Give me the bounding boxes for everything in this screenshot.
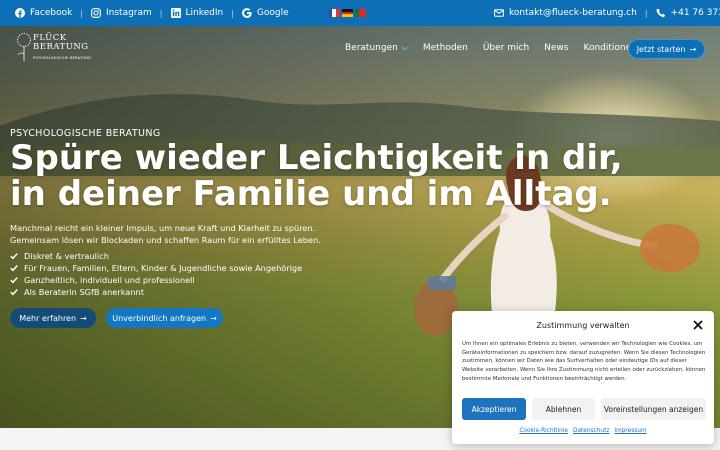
- benefit-text: Für Frauen, Familien, Eltern, Kinder & J…: [24, 263, 303, 273]
- benefit-text: Ganzheitlich, individuell und profession…: [24, 275, 195, 285]
- facebook-icon: [15, 8, 25, 18]
- email-link[interactable]: kontakt@flueck-beratung.ch: [494, 8, 637, 18]
- menu: Beratungen Methoden Über mich News Kondi…: [345, 43, 652, 53]
- imprint-link[interactable]: Impressum: [614, 428, 646, 434]
- site-logo[interactable]: FLÜCK BERATUNG PSYCHOLOGISCHE BERATUNG: [16, 32, 91, 66]
- flag-de-icon[interactable]: [341, 9, 353, 18]
- social-link-linkedin[interactable]: LinkedIn: [170, 8, 224, 18]
- consent-text: Um Ihnen ein optimales Erlebnis zu biete…: [462, 341, 706, 382]
- phone-icon: [655, 8, 666, 18]
- benefits-list: Diskret & vertraulich Für Frauen, Famili…: [10, 250, 302, 298]
- inquire-label: Unverbindlich anfragen: [112, 313, 207, 323]
- top-contact-bar: Facebook | Instagram | LinkedIn | Google…: [0, 0, 720, 26]
- linkedin-icon: [170, 8, 181, 18]
- instagram-icon: [91, 8, 101, 18]
- social-label-linkedin: LinkedIn: [185, 8, 224, 18]
- consent-title: Zustimmung verwalten: [536, 321, 630, 330]
- cookie-consent-dialog: Zustimmung verwalten Um Ihnen ein optima…: [452, 311, 714, 444]
- social-label-facebook: Facebook: [30, 8, 73, 18]
- social-link-facebook[interactable]: Facebook: [15, 8, 72, 18]
- email-text: kontakt@flueck-beratung.ch: [509, 8, 637, 18]
- separator: |: [159, 8, 163, 18]
- consent-links: Cookie-Richtlinie Datenschutz Impressum: [452, 428, 714, 434]
- separator: |: [644, 8, 648, 18]
- logo-name-line2: BERATUNG: [33, 42, 89, 52]
- benefit-item: Für Frauen, Familien, Eltern, Kinder & J…: [10, 262, 302, 274]
- phone-text: +41 76 373 99 06: [670, 8, 720, 18]
- nav-item-news[interactable]: News: [544, 43, 568, 53]
- nav-item-beratungen[interactable]: Beratungen: [345, 43, 408, 53]
- checkmark-icon: [10, 265, 18, 272]
- social-link-google[interactable]: Google: [242, 8, 289, 18]
- close-icon[interactable]: [692, 319, 704, 331]
- chevron-down-icon: [400, 45, 408, 51]
- benefit-item: Diskret & vertraulich: [10, 250, 302, 262]
- nav-item-methoden[interactable]: Methoden: [423, 43, 468, 53]
- flag-fr-icon[interactable]: [328, 9, 340, 17]
- social-label-instagram: Instagram: [106, 8, 152, 18]
- preferences-button[interactable]: Voreinstellungen anzeigen: [601, 398, 706, 420]
- google-icon: [242, 8, 252, 18]
- nav-item-label: Über mich: [482, 43, 530, 53]
- separator: |: [80, 8, 83, 18]
- main-navigation: FLÜCK BERATUNG PSYCHOLOGISCHE BERATUNG B…: [0, 26, 720, 72]
- social-label-google: Google: [256, 8, 289, 18]
- hero-headline: Spüre wieder Leichtigkeit in dir, in dei…: [10, 138, 623, 214]
- arrow-right-icon: →: [689, 44, 697, 54]
- envelope-icon: [494, 8, 504, 18]
- privacy-link[interactable]: Datenschutz: [573, 428, 609, 434]
- arrow-right-icon: →: [210, 313, 217, 323]
- benefit-text: Diskret & vertraulich: [24, 251, 109, 261]
- logo-subtitle: PSYCHOLOGISCHE BERATUNG: [33, 56, 92, 60]
- phone-link[interactable]: +41 76 373 99 06: [655, 8, 720, 18]
- benefit-item: Als Beraterin SGfB anerkannt: [10, 286, 302, 298]
- nav-item-label: Beratungen: [345, 43, 398, 53]
- benefit-text: Als Beraterin SGfB anerkannt: [24, 287, 144, 297]
- accept-button[interactable]: Akzeptieren: [462, 398, 526, 420]
- cookie-policy-link[interactable]: Cookie-Richtlinie: [519, 428, 568, 434]
- nav-item-ueber-mich[interactable]: Über mich: [483, 43, 529, 53]
- hero-intro: Manchmal reicht ein kleiner Impuls, um n…: [10, 223, 321, 245]
- flag-pt-icon[interactable]: [354, 9, 366, 17]
- checkmark-icon: [10, 253, 18, 260]
- checkmark-icon: [10, 289, 18, 296]
- checkmark-icon: [10, 277, 18, 284]
- get-started-button[interactable]: Jetzt starten →: [628, 39, 705, 59]
- arrow-right-icon: →: [80, 313, 87, 323]
- learn-more-label: Mehr erfahren: [19, 313, 77, 323]
- nav-item-label: News: [544, 43, 569, 53]
- deny-button[interactable]: Ablehnen: [532, 398, 595, 420]
- logo-name: FLÜCK BERATUNG: [33, 34, 89, 52]
- benefit-item: Ganzheitlich, individuell und profession…: [10, 274, 302, 286]
- inquire-button[interactable]: Unverbindlich anfragen →: [106, 308, 223, 328]
- nav-item-label: Methoden: [422, 43, 468, 53]
- separator: |: [231, 8, 234, 18]
- learn-more-button[interactable]: Mehr erfahren →: [10, 308, 96, 328]
- social-link-instagram[interactable]: Instagram: [91, 8, 152, 18]
- dandelion-logo-icon: [17, 33, 31, 61]
- language-switcher: [328, 9, 366, 18]
- get-started-label: Jetzt starten: [636, 44, 686, 54]
